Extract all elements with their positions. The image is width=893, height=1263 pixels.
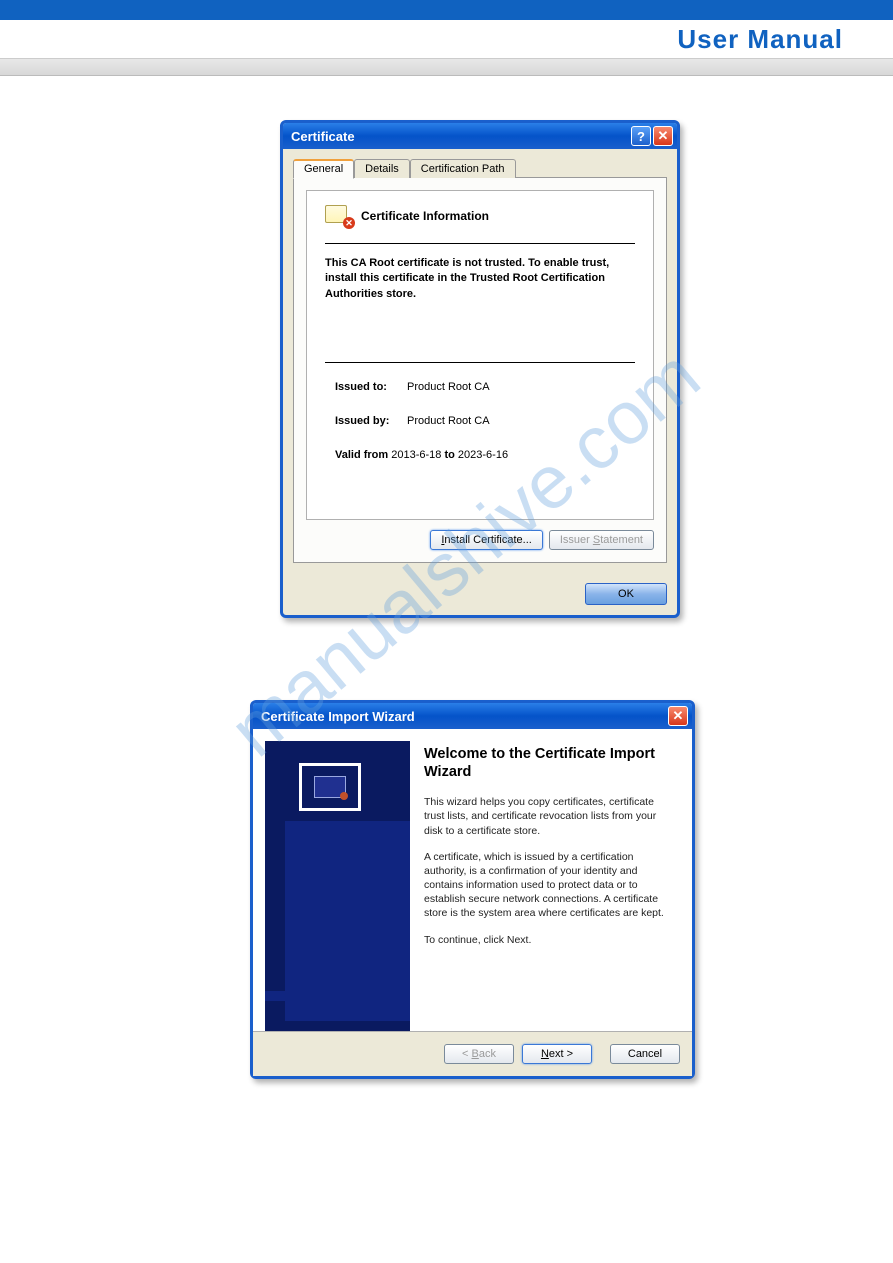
issued-by-row: Issued by: Product Root CA [325,415,635,449]
close-button[interactable]: ✕ [668,706,688,726]
tab-content-general: ✕ Certificate Information This CA Root c… [293,177,667,563]
tab-details[interactable]: Details [354,159,410,178]
wizard-titlebar[interactable]: Certificate Import Wizard ✕ [253,703,692,729]
close-icon: ✕ [658,128,669,144]
valid-from-value: 2013-6-18 [391,449,441,461]
help-button[interactable]: ? [631,126,651,146]
help-icon: ? [637,129,645,144]
divider [325,243,635,244]
valid-row: Valid from 2013-6-18 to 2023-6-16 [325,449,635,471]
wizard-para-1: This wizard helps you copy certificates,… [424,795,676,850]
page-header: User Manual [0,20,893,58]
close-button[interactable]: ✕ [653,126,673,146]
certificate-dialog: Certificate ? ✕ General Details Certific… [280,120,680,618]
cancel-button[interactable]: Cancel [610,1044,680,1064]
divider [325,362,635,363]
wizard-para-2: A certificate, which is issued by a cert… [424,850,676,933]
issued-to-row: Issued to: Product Root CA [325,381,635,415]
install-label-rest: nstall Certificate... [444,534,531,546]
cert-info-panel: ✕ Certificate Information This CA Root c… [306,190,654,520]
valid-to-value: 2023-6-16 [458,449,508,461]
ok-button[interactable]: OK [585,583,667,605]
tab-certification-path[interactable]: Certification Path [410,159,516,178]
cert-warning-text: This CA Root certificate is not trusted.… [325,256,635,362]
page-gray-bar [0,58,893,76]
cert-titlebar[interactable]: Certificate ? ✕ [283,123,677,149]
wizard-sidebar-image [265,741,410,1031]
certificate-graphic-icon [299,763,361,811]
page-title: User Manual [677,24,843,54]
cert-info-header: ✕ Certificate Information [325,205,635,237]
cert-title: Certificate [291,129,629,144]
wizard-title: Certificate Import Wizard [261,709,666,724]
issued-to-value: Product Root CA [407,381,490,393]
wizard-body: Welcome to the Certificate Import Wizard… [253,729,692,1031]
valid-to-label: to [444,449,454,461]
issuer-statement-button: Issuer Statement [549,530,654,550]
close-icon: ✕ [673,708,684,724]
cert-button-row: Install Certificate... Issuer Statement [306,520,654,550]
back-button: < Back [444,1044,514,1064]
certificate-icon: ✕ [325,205,353,227]
cert-footer: OK [283,573,677,615]
cert-tabs: General Details Certification Path [293,159,667,178]
wizard-heading: Welcome to the Certificate Import Wizard [424,745,676,795]
cert-body: General Details Certification Path ✕ Cer… [283,149,677,573]
tab-general[interactable]: General [293,159,354,179]
issued-by-label: Issued by: [335,415,407,427]
next-button[interactable]: Next > [522,1044,592,1064]
cert-info-title: Certificate Information [361,209,489,223]
valid-from-label: Valid from [335,449,388,461]
install-certificate-button[interactable]: Install Certificate... [430,530,542,550]
issued-by-value: Product Root CA [407,415,490,427]
issued-to-label: Issued to: [335,381,407,393]
wizard-footer: < Back Next > Cancel [253,1031,692,1076]
import-wizard-dialog: Certificate Import Wizard ✕ Welcome to t… [250,700,695,1079]
wizard-content: Welcome to the Certificate Import Wizard… [410,729,692,1031]
page-top-bar [0,0,893,20]
wizard-para-3: To continue, click Next. [424,933,676,959]
